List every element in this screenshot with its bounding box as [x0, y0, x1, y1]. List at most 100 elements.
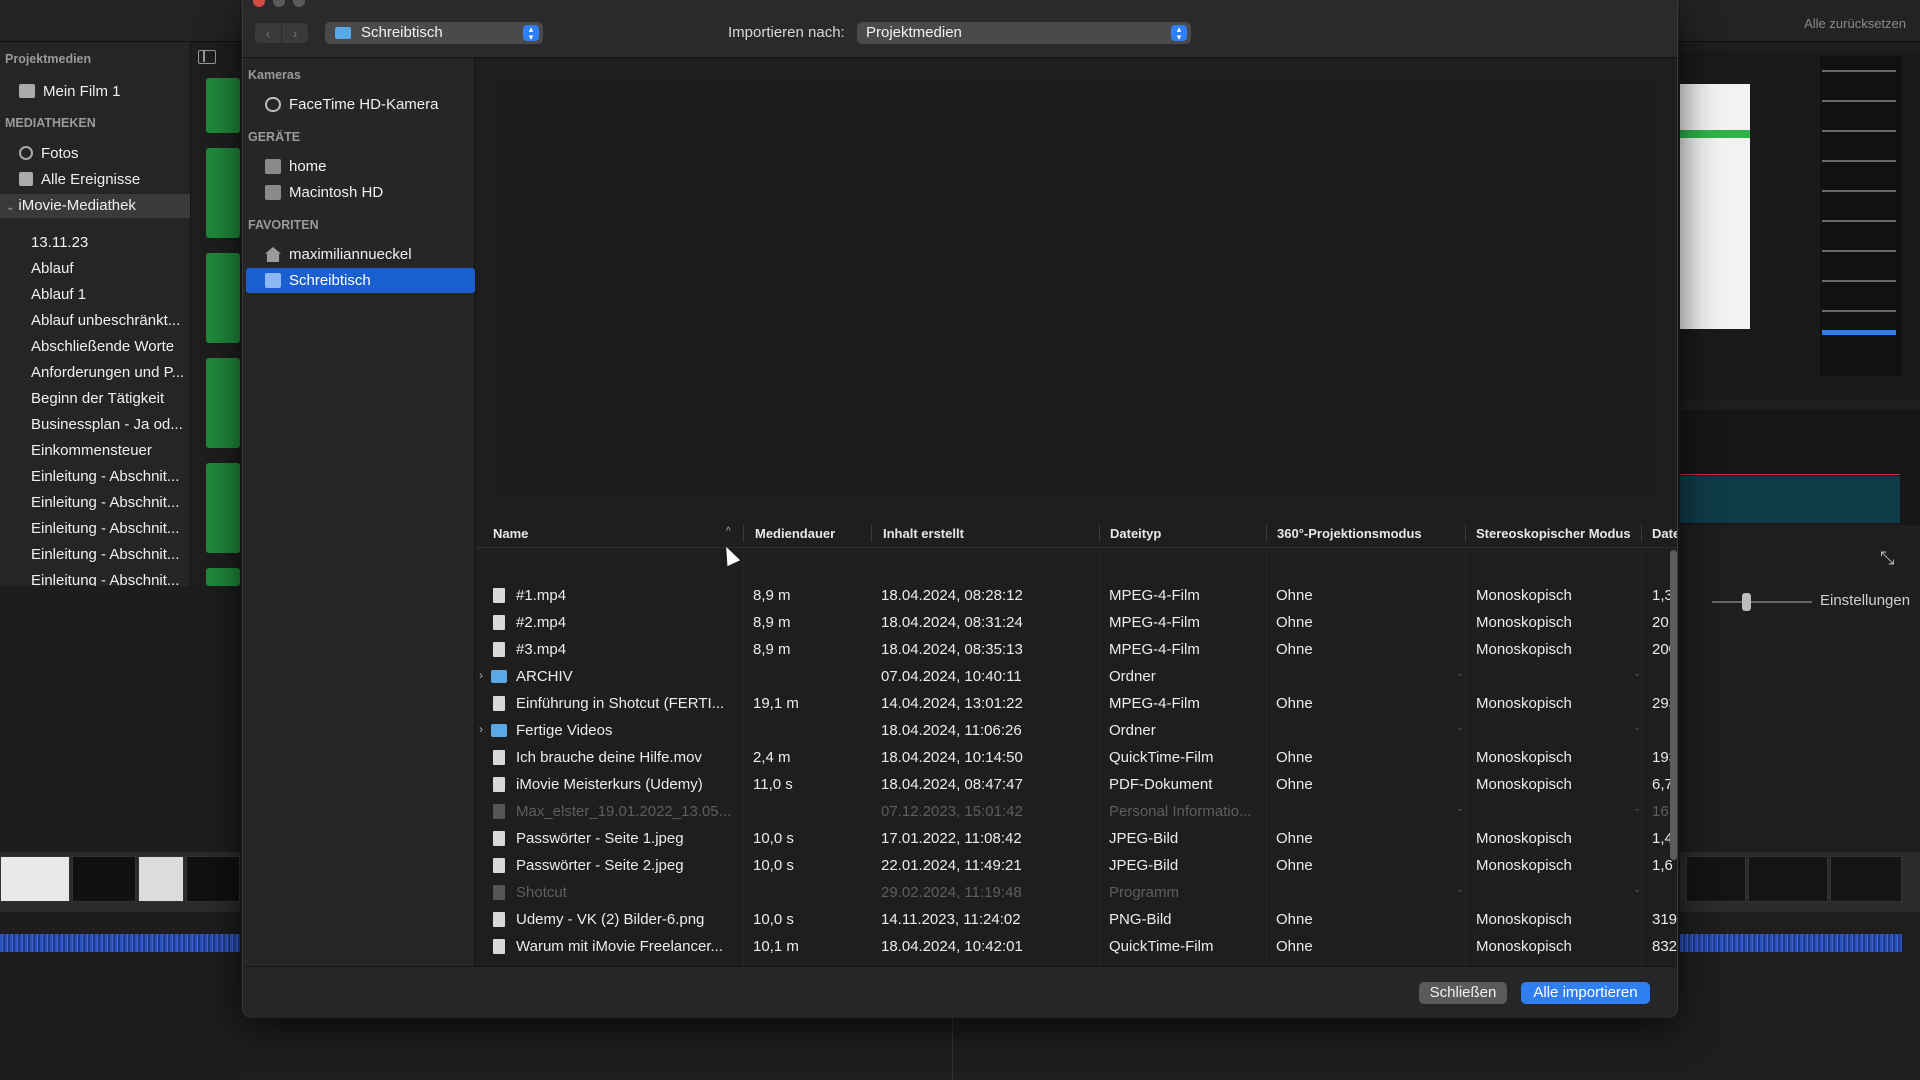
library-all-events[interactable]: Alle Ereignisse	[0, 168, 190, 192]
cell-projection: Ohne	[1276, 857, 1313, 874]
forward-button[interactable]: ›	[282, 23, 308, 43]
chevron-down-icon: ⌄	[1456, 722, 1465, 733]
table-row[interactable]: Einführung in Shotcut (FERTI... 19,1 m 14.…	[476, 690, 1677, 717]
column-created[interactable]: Inhalt erstellt	[883, 526, 964, 541]
sidebar-item-macintosh-hd[interactable]: Macintosh HD	[246, 180, 475, 205]
disclosure-icon[interactable]: ›	[479, 668, 483, 682]
expand-icon[interactable]: ⤡	[1880, 548, 1894, 569]
table-row[interactable]: #3.mp4 8,9 m 18.04.2024, 08:35:13 MPEG-4-Fi…	[476, 636, 1677, 663]
table-row[interactable]: Warum mit iMovie Freelancer... 10,1 m 18.0…	[476, 933, 1677, 960]
event-item[interactable]: Abschließende Worte	[0, 335, 190, 359]
clip-thumbnail[interactable]	[206, 463, 240, 553]
timeline-clip[interactable]	[138, 856, 184, 902]
clip-thumbnail[interactable]	[206, 78, 240, 133]
column-date[interactable]: Date	[1652, 526, 1677, 541]
list-line	[1822, 160, 1896, 162]
event-item[interactable]: Einleitung - Abschnit...	[0, 543, 190, 567]
disclosure-icon[interactable]: ›	[479, 722, 483, 736]
minimize-window-icon[interactable]	[273, 0, 285, 7]
table-row[interactable]: Max_elster_19.01.2022_13.05... 07.12.2023…	[476, 798, 1677, 825]
table-row[interactable]: #1.mp4 8,9 m 18.04.2024, 08:28:12 MPEG-4-Fi…	[476, 582, 1677, 609]
back-button[interactable]: ‹	[255, 23, 281, 43]
sort-ascending-icon[interactable]: ^	[726, 526, 731, 537]
zoom-slider-knob[interactable]	[1742, 593, 1751, 611]
cell-type: MPEG-4-Film	[1109, 587, 1200, 604]
timeline-clip[interactable]	[0, 856, 70, 902]
event-item[interactable]: Ablauf unbeschränkt...	[0, 309, 190, 333]
sidebar-item-desktop[interactable]: Schreibtisch	[246, 268, 475, 293]
event-item[interactable]: Einleitung - Abschnit...	[0, 465, 190, 489]
cell-type: Ordner	[1109, 722, 1156, 739]
sidebar-item-user-home[interactable]: maximiliannueckel	[246, 242, 475, 267]
cell-name: #2.mp4	[516, 614, 567, 631]
close-button[interactable]: Schließen	[1419, 982, 1507, 1004]
library-photos[interactable]: Fotos	[0, 142, 190, 166]
list-line-selected	[1822, 330, 1896, 335]
cell-projection: Ohne	[1276, 776, 1313, 793]
zoom-slider[interactable]	[1712, 601, 1812, 603]
timeline-clip[interactable]	[1748, 856, 1828, 902]
column-duration[interactable]: Mediendauer	[755, 526, 835, 541]
event-item[interactable]: Beginn der Tätigkeit	[0, 387, 190, 411]
table-row[interactable]: Ich brauche deine Hilfe.mov 2,4 m 18.04.20…	[476, 744, 1677, 771]
table-row[interactable]: › ARCHIV 07.04.2024, 10:40:11 Ordner ⌄ ⌄	[476, 663, 1677, 690]
zoom-window-icon[interactable]	[293, 0, 305, 7]
column-name[interactable]: Name	[493, 526, 528, 541]
import-to-label: Importieren nach:	[728, 24, 845, 41]
event-item[interactable]: Einkommensteuer	[0, 439, 190, 463]
list-line	[1822, 190, 1896, 192]
event-item[interactable]: Businessplan - Ja od...	[0, 413, 190, 437]
event-item-label: Beginn der Tätigkeit	[31, 390, 165, 407]
timeline-clip[interactable]	[1830, 856, 1902, 902]
cell-stereo: Monoskopisch	[1476, 911, 1572, 928]
document-icon	[493, 831, 505, 846]
sidebar-item-facetime-camera[interactable]: FaceTime HD-Kamera	[246, 92, 475, 117]
event-item[interactable]: 13.11.23	[0, 231, 190, 255]
table-row[interactable]: › Fertige Videos 18.04.2024, 11:06:26 Ordne…	[476, 717, 1677, 744]
clip-thumbnail[interactable]	[206, 568, 240, 586]
location-popup[interactable]: Schreibtisch ▴ ▾	[325, 22, 543, 44]
sidebar-item-home[interactable]: home	[246, 154, 475, 179]
column-stereo[interactable]: Stereoskopischer Modus	[1476, 526, 1631, 541]
close-window-icon[interactable]	[253, 0, 265, 7]
timeline-clip[interactable]	[1686, 856, 1746, 902]
settings-button[interactable]: Einstellungen	[1820, 592, 1910, 609]
event-item[interactable]: Ablauf 1	[0, 283, 190, 307]
cell-created: 14.04.2024, 13:01:22	[881, 695, 1023, 712]
event-item[interactable]: Einleitung - Abschnit...	[0, 491, 190, 515]
clip-thumbnail[interactable]	[206, 253, 240, 343]
table-row[interactable]: Passwörter - Seite 2.jpeg 10,0 s 22.01.202…	[476, 852, 1677, 879]
clip-thumbnail[interactable]	[206, 148, 240, 238]
table-row[interactable]: iMovie Meisterkurs (Udemy) 11,0 s 18.04.20…	[476, 771, 1677, 798]
cell-duration: 10,0 s	[753, 830, 794, 847]
reset-all-button[interactable]: Alle zurücksetzen	[1804, 16, 1906, 31]
cell-name: Max_elster_19.01.2022_13.05...	[516, 803, 732, 820]
timeline-clip[interactable]	[186, 856, 240, 902]
cell-duration: 2,4 m	[753, 749, 791, 766]
cell-created: 18.04.2024, 08:35:13	[881, 641, 1023, 658]
popup-arrows-icon: ▴ ▾	[523, 25, 539, 42]
cell-stereo: Monoskopisch	[1476, 695, 1572, 712]
library-imovie[interactable]: ⌄ iMovie-Mediathek	[0, 194, 190, 218]
import-destination-popup[interactable]: Projektmedien ▴ ▾	[857, 22, 1191, 44]
cell-duration: 10,0 s	[753, 911, 794, 928]
import-all-button[interactable]: Alle importieren	[1521, 982, 1650, 1004]
table-row[interactable]: Passwörter - Seite 1.jpeg 10,0 s 17.01.202…	[476, 825, 1677, 852]
cell-duration: 8,9 m	[753, 641, 791, 658]
table-row[interactable]: #2.mp4 8,9 m 18.04.2024, 08:31:24 MPEG-4-Fi…	[476, 609, 1677, 636]
table-row[interactable]: Shotcut 29.02.2024, 11:19:48 Programm ⌄ ⌄	[476, 879, 1677, 906]
table-scrollbar[interactable]	[1670, 550, 1677, 860]
event-item[interactable]: Anforderungen und P...	[0, 361, 190, 385]
column-projection[interactable]: 360°-Projektionsmodus	[1277, 526, 1422, 541]
clip-thumbnail[interactable]	[206, 358, 240, 448]
timeline-clip[interactable]	[72, 856, 136, 902]
column-type[interactable]: Dateityp	[1110, 526, 1161, 541]
viewer-area	[0, 586, 240, 1080]
list-line	[1822, 280, 1896, 282]
table-row[interactable]: Udemy - VK (2) Bilder-6.png 10,0 s 14.11.2…	[476, 906, 1677, 933]
event-item[interactable]: Ablauf	[0, 257, 190, 281]
cell-created: 14.11.2023, 11:24:02	[881, 911, 1021, 928]
event-item[interactable]: Einleitung - Abschnit...	[0, 517, 190, 541]
project-item[interactable]: Mein Film 1	[0, 80, 190, 104]
sidebar-toggle-icon[interactable]	[198, 50, 216, 64]
